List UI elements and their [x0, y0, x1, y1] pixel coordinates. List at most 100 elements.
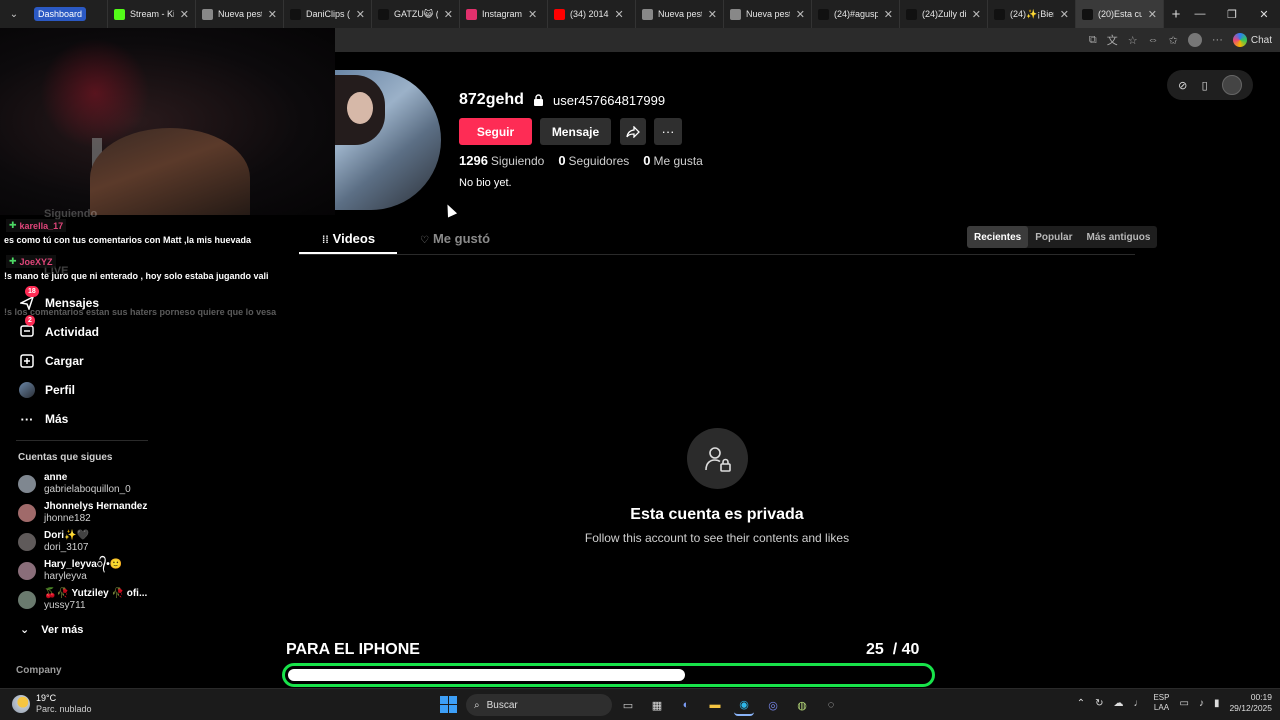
- open-in-app-icon[interactable]: ⧉: [1089, 34, 1097, 47]
- language-indicator[interactable]: ESP LAA: [1153, 693, 1169, 713]
- device-icon[interactable]: ▯: [1202, 79, 1208, 92]
- sidebar-item-mas[interactable]: ··· Más: [18, 410, 69, 428]
- windows-start-icon[interactable]: [440, 696, 457, 713]
- tab-favicon-icon: [202, 8, 213, 20]
- store-icon[interactable]: ▦: [647, 694, 667, 716]
- sidebar-item-cargar[interactable]: Cargar: [18, 352, 84, 370]
- copilot-chat-button[interactable]: Chat: [1232, 33, 1272, 47]
- browser-tab[interactable]: (24)✨¡Bienve ✕: [988, 0, 1076, 28]
- tabs-divider: [299, 254, 1135, 255]
- chevron-up-icon[interactable]: ⌃: [1077, 698, 1085, 709]
- sort-recent[interactable]: Recientes: [967, 226, 1029, 248]
- private-subtitle: Follow this account to see their content…: [584, 531, 850, 545]
- private-title: Esta cuenta es privada: [630, 506, 804, 523]
- favorites-icon[interactable]: ✩: [1169, 34, 1178, 47]
- browser-tab[interactable]: (24)#aguspac ✕: [812, 0, 900, 28]
- tab-close-icon[interactable]: ✕: [444, 8, 453, 21]
- battery-icon[interactable]: ▮: [1214, 698, 1220, 709]
- sort-popular[interactable]: Popular: [1028, 226, 1079, 248]
- microphone-icon[interactable]: ♩: [1133, 698, 1143, 709]
- browser-tab[interactable]: Stream - Kick ✕: [108, 0, 196, 28]
- tab-close-icon[interactable]: ✕: [615, 8, 624, 21]
- browser-tab[interactable]: Nueva pestaña ✕: [636, 0, 724, 28]
- following-account[interactable]: anne gabrielaboquillon_0: [18, 472, 131, 496]
- translate-icon[interactable]: 文: [1107, 32, 1118, 48]
- tab-videos[interactable]: ⁞⁞ Videos: [322, 231, 375, 246]
- browser-tab-strip: ⌄ DashboardStream - Kick✕Nueva pestaña✕D…: [0, 0, 1280, 28]
- follow-button[interactable]: Seguir: [459, 118, 532, 145]
- browser-tab[interactable]: Instagram ✕: [460, 0, 548, 28]
- sidebar-item-perfil[interactable]: Perfil: [18, 381, 75, 399]
- tab-close-icon[interactable]: ✕: [528, 8, 537, 21]
- task-view-icon[interactable]: ▭: [618, 694, 638, 716]
- tab-favicon-icon: [114, 8, 125, 20]
- tab-close-icon[interactable]: ✕: [884, 8, 893, 21]
- see-more-button[interactable]: ⌄ Ver más: [20, 623, 83, 636]
- app-icon[interactable]: ◍: [792, 694, 812, 716]
- tab-close-icon[interactable]: ✕: [268, 8, 277, 21]
- copilot-app-icon[interactable]: ◐: [676, 694, 696, 716]
- browser-menu-icon[interactable]: ···: [1212, 34, 1223, 46]
- browser-tab[interactable]: Nueva pestaña ✕: [724, 0, 812, 28]
- compass-icon[interactable]: ⊘: [1178, 79, 1187, 92]
- browser-tab[interactable]: GATZU😺 (@ ✕: [372, 0, 460, 28]
- sync-icon[interactable]: ↻: [1095, 698, 1103, 709]
- tab-liked[interactable]: ♡ Me gustó: [420, 231, 490, 246]
- browser-tab[interactable]: (24)Zully dice ✕: [900, 0, 988, 28]
- tab-close-icon[interactable]: ✕: [180, 8, 189, 21]
- browser-tab[interactable]: DaniClips (@d ✕: [284, 0, 372, 28]
- following-account[interactable]: 🍒🥀 Yutziley 🥀 ofi... yussy711: [18, 588, 147, 612]
- browser-tab[interactable]: (34) 2014 ✕: [548, 0, 636, 28]
- monitor-icon[interactable]: ▭: [1179, 698, 1188, 709]
- clock[interactable]: 00:19 29/12/2025: [1229, 692, 1272, 714]
- followers-stat[interactable]: 0 Seguidores: [558, 153, 629, 168]
- following-stat[interactable]: 1296 Siguiendo: [459, 153, 544, 168]
- avatar: [18, 562, 36, 580]
- minimize-icon[interactable]: —: [1184, 0, 1216, 28]
- weather-widget[interactable]: 19°C Parc. nublado: [12, 693, 92, 715]
- tab-close-icon[interactable]: ✕: [708, 8, 717, 21]
- sidebar-item-actividad[interactable]: 2 Actividad: [18, 315, 100, 341]
- onedrive-icon[interactable]: ☁: [1113, 698, 1123, 709]
- webcam-person: [90, 128, 250, 215]
- browser-tab[interactable]: Nueva pestaña ✕: [196, 0, 284, 28]
- following-account[interactable]: Dori✨🖤 dori_3107: [18, 530, 89, 554]
- user-avatar[interactable]: [1221, 75, 1242, 95]
- company-link[interactable]: Company: [16, 665, 62, 676]
- favorite-star-icon[interactable]: ☆: [1128, 34, 1138, 47]
- more-options-button[interactable]: ···: [654, 118, 682, 145]
- following-section-title: Cuentas que sigues: [18, 452, 113, 463]
- discord-icon[interactable]: ◎: [763, 694, 783, 716]
- chat-username: ✚ JoeXYZ: [6, 255, 56, 268]
- browser-tab[interactable]: Dashboard: [28, 0, 108, 28]
- tab-close-icon[interactable]: ✕: [1148, 8, 1157, 21]
- tab-close-icon[interactable]: ✕: [1060, 8, 1069, 21]
- following-account[interactable]: Hary_leyva᭄•🙂 haryleyva: [18, 559, 122, 583]
- sidebar-item-label: Actividad: [45, 325, 100, 339]
- browser-tab[interactable]: (20)Esta cuen ✕: [1076, 0, 1164, 28]
- goal-progress-fill: [288, 669, 686, 681]
- goal-count: 25 / 40: [866, 641, 920, 658]
- sort-oldest[interactable]: Más antiguos: [1079, 226, 1157, 248]
- tab-close-icon[interactable]: ✕: [796, 8, 805, 21]
- close-window-icon[interactable]: ✕: [1248, 0, 1280, 28]
- following-account[interactable]: Jhonnelys Hernandez jhonne182: [18, 501, 147, 525]
- tab-label: (24)Zully dice: [922, 9, 966, 19]
- private-account-icon: [687, 428, 748, 489]
- share-button[interactable]: [620, 118, 646, 145]
- edge-icon[interactable]: ◉: [734, 694, 754, 716]
- tab-actions-icon[interactable]: ⌄: [0, 0, 28, 28]
- taskbar-search[interactable]: ⌕ Buscar: [466, 694, 612, 716]
- restore-icon[interactable]: ❐: [1216, 0, 1248, 28]
- top-right-actions: ⊘ ▯: [1167, 70, 1253, 100]
- message-button[interactable]: Mensaje: [540, 118, 611, 145]
- volume-icon[interactable]: ♪: [1199, 698, 1204, 709]
- chevron-down-icon: ⌄: [20, 624, 30, 636]
- tab-close-icon[interactable]: ✕: [356, 8, 365, 21]
- chrome-icon[interactable]: ◌: [821, 694, 841, 716]
- browser-profile-avatar[interactable]: [1187, 33, 1202, 47]
- split-screen-icon[interactable]: ⇔: [1148, 34, 1159, 46]
- tab-close-icon[interactable]: ✕: [972, 8, 981, 21]
- profile-icon: [18, 381, 36, 399]
- file-explorer-icon[interactable]: ▬: [705, 694, 725, 716]
